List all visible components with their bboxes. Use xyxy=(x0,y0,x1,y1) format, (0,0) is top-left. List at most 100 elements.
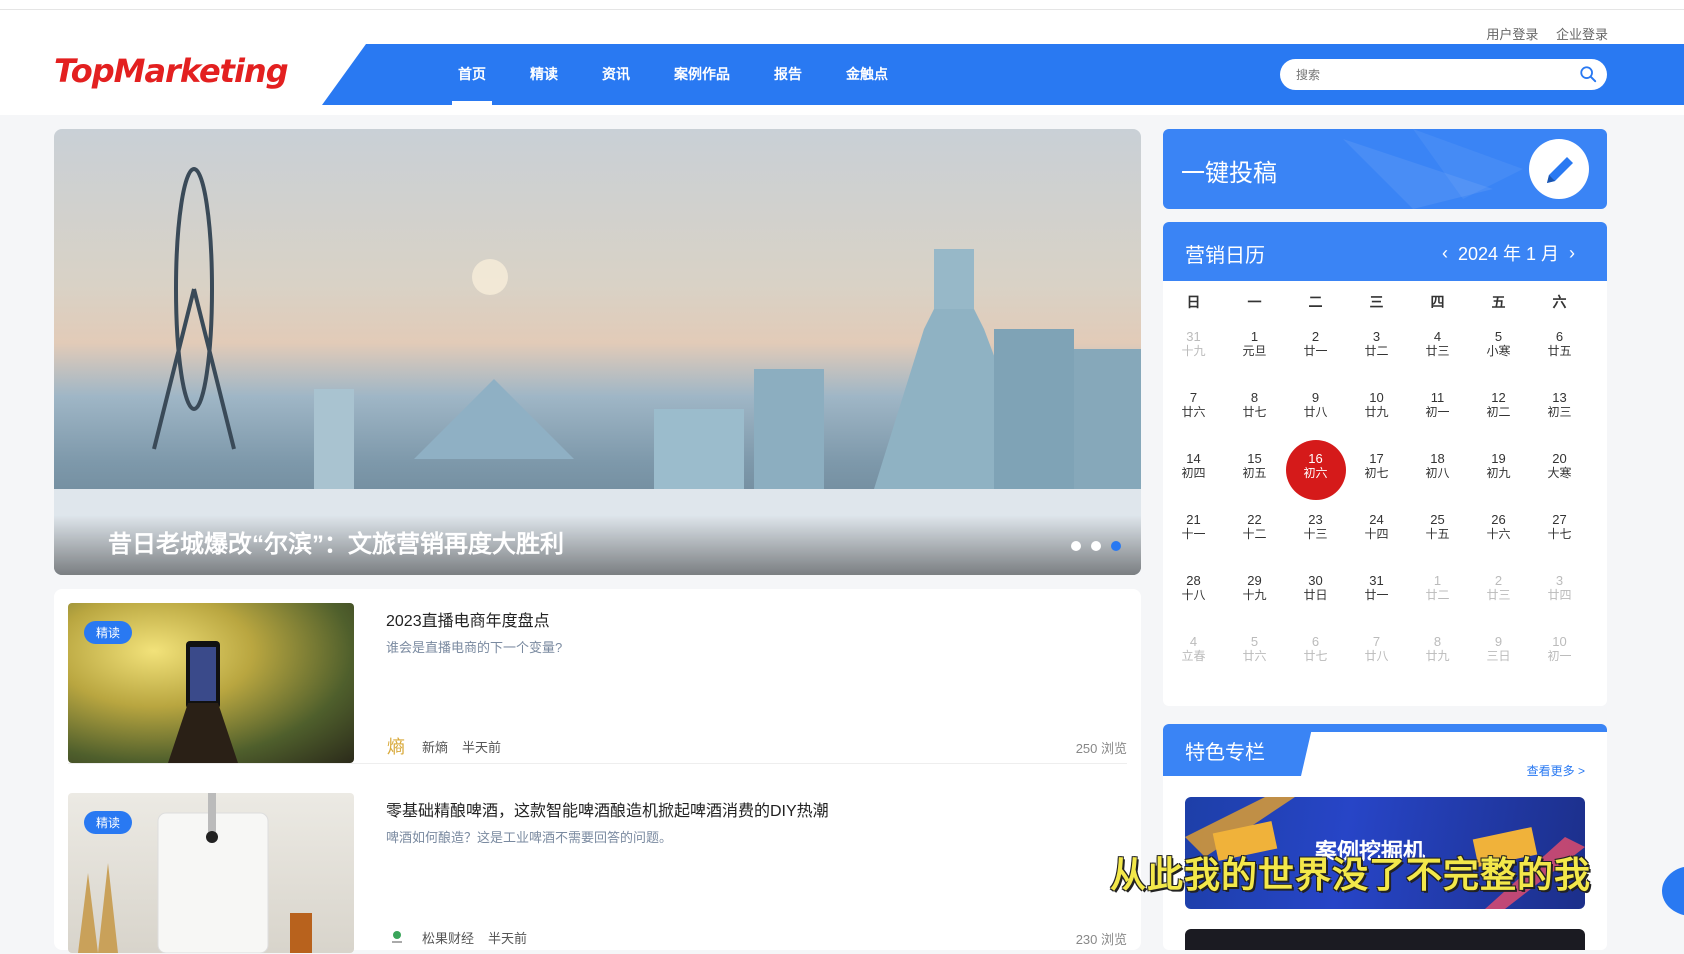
chevron-right-icon[interactable]: › xyxy=(1569,243,1575,264)
day-number: 21 xyxy=(1186,512,1201,527)
article-title[interactable]: 2023直播电商年度盘点 xyxy=(386,607,550,631)
calendar-day[interactable]: 14 初四 xyxy=(1163,439,1224,500)
day-number: 16 xyxy=(1308,451,1323,466)
floating-action-button[interactable] xyxy=(1662,866,1684,916)
calendar-day[interactable]: 17 初七 xyxy=(1346,439,1407,500)
calendar-day[interactable]: 25 十五 xyxy=(1407,500,1468,561)
carousel-dots xyxy=(1071,541,1121,551)
submit-article-card[interactable]: 一键投稿 xyxy=(1163,129,1607,209)
calendar-day[interactable]: 9 廿八 xyxy=(1285,378,1346,439)
calendar-day[interactable]: 4 廿三 xyxy=(1407,317,1468,378)
article-thumbnail[interactable]: 精读 xyxy=(68,603,354,763)
calendar-title: 营销日历 xyxy=(1185,245,1265,267)
nav-news[interactable]: 资讯 xyxy=(602,44,630,105)
calendar-day[interactable]: 10 廿九 xyxy=(1346,378,1407,439)
lunar-date: 初三 xyxy=(1547,405,1572,419)
calendar-day[interactable]: 28 十八 xyxy=(1163,561,1224,622)
site-logo[interactable]: TopMarketing xyxy=(54,52,289,90)
user-login-link[interactable]: 用户登录 xyxy=(1486,27,1538,42)
hero-title[interactable]: 昔日老城爆改“尔滨”：文旅营销再度大胜利 xyxy=(108,524,564,559)
calendar-day[interactable]: 8 廿七 xyxy=(1224,378,1285,439)
calendar-day[interactable]: 1 廿二 xyxy=(1407,561,1468,622)
submit-label: 一键投稿 xyxy=(1181,160,1277,187)
calendar-day[interactable]: 21 十一 xyxy=(1163,500,1224,561)
calendar-day[interactable]: 7 廿六 xyxy=(1163,378,1224,439)
lunar-date: 初六 xyxy=(1303,466,1328,480)
calendar-day[interactable]: 2 廿三 xyxy=(1468,561,1529,622)
lunar-date: 廿四 xyxy=(1547,588,1572,602)
calendar-day[interactable]: 18 初八 xyxy=(1407,439,1468,500)
calendar-day[interactable]: 7 廿八 xyxy=(1346,622,1407,683)
calendar-day[interactable]: 5 小寒 xyxy=(1468,317,1529,378)
search-input[interactable] xyxy=(1280,59,1560,90)
day-number: 10 xyxy=(1552,634,1567,649)
chevron-left-icon[interactable]: ‹ xyxy=(1442,243,1448,264)
search-icon[interactable] xyxy=(1579,65,1597,83)
day-number: 20 xyxy=(1552,451,1567,466)
nav-home[interactable]: 首页 xyxy=(452,44,492,105)
carousel-dot[interactable] xyxy=(1091,541,1101,551)
article-source[interactable]: 松果财经 xyxy=(422,928,474,947)
day-number: 7 xyxy=(1189,390,1198,405)
company-login-link[interactable]: 企业登录 xyxy=(1556,27,1608,42)
pen-button[interactable] xyxy=(1529,139,1589,199)
carousel-dot-active[interactable] xyxy=(1111,541,1121,551)
nav-featured[interactable]: 精读 xyxy=(530,44,558,105)
calendar-day[interactable]: 24 十四 xyxy=(1346,500,1407,561)
calendar-day[interactable]: 5 廿六 xyxy=(1224,622,1285,683)
calendar-day[interactable]: 23 十三 xyxy=(1285,500,1346,561)
calendar-day[interactable]: 4 立春 xyxy=(1163,622,1224,683)
hero-carousel[interactable]: 昔日老城爆改“尔滨”：文旅营销再度大胜利 xyxy=(54,129,1141,575)
day-number: 27 xyxy=(1552,512,1567,527)
article-item[interactable]: 精读 零基础精酿啤酒，这款智能啤酒酿造机掀起啤酒消费的DIY热潮 啤酒如何酿造？… xyxy=(68,779,1127,954)
calendar-day[interactable]: 31 十九 xyxy=(1163,317,1224,378)
calendar-day[interactable]: 1 元旦 xyxy=(1224,317,1285,378)
weekday-label: 日 xyxy=(1186,294,1201,310)
calendar-month-label: 2024 年 1 月 xyxy=(1457,244,1559,264)
article-thumbnail[interactable]: 精读 xyxy=(68,793,354,953)
lunar-date: 十九 xyxy=(1181,344,1206,358)
nav-touchpoint[interactable]: 金触点 xyxy=(846,44,888,105)
calendar-day[interactable]: 30 廿日 xyxy=(1285,561,1346,622)
calendar-day[interactable]: 10 初一 xyxy=(1529,622,1590,683)
calendar-day[interactable]: 27 十七 xyxy=(1529,500,1590,561)
main-nav: 首页 精读 资讯 案例作品 报告 金触点 xyxy=(436,44,910,105)
calendar-day[interactable]: 20 大寒 xyxy=(1529,439,1590,500)
calendar-day-today[interactable]: 16 初六 xyxy=(1285,439,1346,500)
calendar-day[interactable]: 22 十二 xyxy=(1224,500,1285,561)
calendar-day[interactable]: 3 廿四 xyxy=(1529,561,1590,622)
weekday-label: 五 xyxy=(1491,294,1506,310)
calendar-day[interactable]: 26 十六 xyxy=(1468,500,1529,561)
calendar-day[interactable]: 29 十九 xyxy=(1224,561,1285,622)
carousel-dot[interactable] xyxy=(1071,541,1081,551)
day-number: 1 xyxy=(1433,573,1442,588)
calendar-day[interactable]: 6 廿五 xyxy=(1529,317,1590,378)
article-title[interactable]: 零基础精酿啤酒，这款智能啤酒酿造机掀起啤酒消费的DIY热潮 xyxy=(386,797,829,821)
lunar-date: 十一 xyxy=(1181,527,1206,541)
calendar-day[interactable]: 8 廿九 xyxy=(1407,622,1468,683)
calendar-day[interactable]: 2 廿一 xyxy=(1285,317,1346,378)
calendar-day[interactable]: 31 廿一 xyxy=(1346,561,1407,622)
calendar-day[interactable]: 3 廿二 xyxy=(1346,317,1407,378)
calendar-grid: 日一二三四五六 31 十九 1 元旦 2 廿一 3 廿二 4 廿三 5 小寒 6 廿五 7 廿六 8 廿七 9 廿八 1… xyxy=(1163,281,1607,683)
calendar-day[interactable]: 15 初五 xyxy=(1224,439,1285,500)
article-item[interactable]: 精读 2023直播电商年度盘点 谁会是直播电商的下一个变量? 熵 新熵 半天前 … xyxy=(68,589,1127,764)
second-banner[interactable] xyxy=(1185,929,1585,950)
article-source[interactable]: 新熵 xyxy=(422,737,448,756)
nav-cases[interactable]: 案例作品 xyxy=(674,44,730,105)
calendar-day[interactable]: 11 初一 xyxy=(1407,378,1468,439)
day-number: 6 xyxy=(1555,329,1564,344)
view-more-link[interactable]: 查看更多 > xyxy=(1527,762,1585,779)
special-column-header: 特色专栏 查看更多 > xyxy=(1163,724,1607,779)
calendar-day[interactable]: 9 三日 xyxy=(1468,622,1529,683)
calendar-day[interactable]: 12 初二 xyxy=(1468,378,1529,439)
hero-image xyxy=(54,167,1141,575)
calendar-day[interactable]: 13 初三 xyxy=(1529,378,1590,439)
special-column-title: 特色专栏 xyxy=(1185,742,1265,764)
calendar-day[interactable]: 6 廿七 xyxy=(1285,622,1346,683)
pen-icon xyxy=(1547,157,1573,183)
calendar-day[interactable]: 19 初九 xyxy=(1468,439,1529,500)
nav-reports[interactable]: 报告 xyxy=(774,44,802,105)
lunar-date: 廿九 xyxy=(1425,649,1450,663)
source-logo-icon xyxy=(392,931,402,943)
